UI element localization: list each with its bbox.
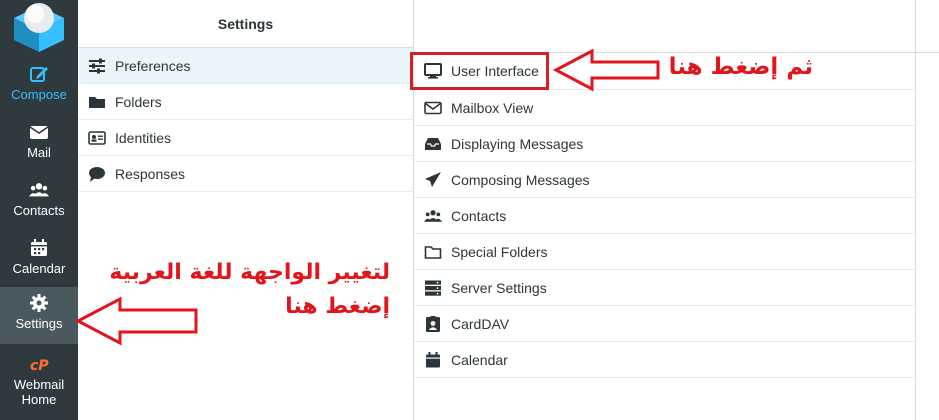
- users-icon: [424, 210, 442, 222]
- pref-item-calendar[interactable]: Calendar: [414, 342, 915, 378]
- compose-icon: [30, 67, 48, 82]
- folder-outline-icon: [424, 246, 442, 259]
- nav-compose-label: Compose: [11, 87, 67, 102]
- comment-icon: [89, 167, 105, 182]
- envelope-outline-icon: [424, 101, 442, 115]
- nav-webmail-label-2: Home: [21, 392, 57, 407]
- content-panel-edge: [916, 0, 939, 53]
- pref-item-displaying-messages[interactable]: Displaying Messages: [414, 126, 915, 162]
- settings-panel: Settings Preferences Folders Identities: [78, 0, 414, 420]
- settings-item-label: Preferences: [115, 58, 191, 74]
- annotation-then-click-here: ثم إضغط هنا: [668, 54, 813, 80]
- nav-compose[interactable]: Compose: [0, 58, 78, 116]
- roundcube-logo[interactable]: [0, 0, 78, 56]
- pref-item-carddav[interactable]: CardDAV: [414, 306, 915, 342]
- nav-mail[interactable]: Mail: [0, 116, 78, 174]
- settings-title: Settings: [78, 0, 413, 48]
- sidebar: Compose Mail Contacts Calendar Settings …: [0, 0, 78, 420]
- settings-item-label: Folders: [115, 94, 162, 110]
- pref-item-label: Composing Messages: [451, 172, 590, 188]
- calendar-icon: [426, 352, 440, 368]
- contact-badge-icon: [426, 316, 440, 332]
- pref-item-label: Calendar: [451, 352, 508, 368]
- users-icon: [29, 183, 49, 197]
- paper-plane-icon: [425, 172, 441, 187]
- server-icon: [425, 280, 441, 296]
- pref-item-label: Displaying Messages: [451, 136, 584, 152]
- pref-item-label: Mailbox View: [451, 100, 534, 116]
- settings-item-preferences[interactable]: Preferences: [78, 48, 413, 84]
- settings-item-label: Responses: [115, 166, 186, 182]
- annotation-line-2: إضغط هنا: [285, 294, 390, 319]
- nav-contacts-label: Contacts: [13, 203, 65, 218]
- pref-item-composing-messages[interactable]: Composing Messages: [414, 162, 915, 198]
- settings-item-folders[interactable]: Folders: [78, 84, 413, 120]
- nav-calendar-label: Calendar: [12, 261, 66, 276]
- settings-item-responses[interactable]: Responses: [78, 156, 413, 192]
- nav-settings-label: Settings: [15, 316, 63, 331]
- pref-item-label: Special Folders: [451, 244, 548, 260]
- nav-contacts[interactable]: Contacts: [0, 174, 78, 232]
- nav-webmail-home[interactable]: cP Webmail Home: [0, 348, 78, 418]
- preferences-header: [414, 0, 915, 53]
- svg-text:cP: cP: [30, 358, 49, 374]
- pref-item-server-settings[interactable]: Server Settings: [414, 270, 915, 306]
- folder-icon: [89, 97, 105, 108]
- annotation-line-1: لتغيير الواجهة للغة العربية: [109, 260, 390, 285]
- nav-settings[interactable]: Settings: [0, 287, 78, 344]
- inbox-icon: [425, 138, 441, 150]
- pref-item-label: Contacts: [451, 208, 507, 224]
- annotation-change-interface-arabic: لتغيير الواجهة للغة العربية إضغط هنا: [90, 256, 390, 324]
- cpanel-icon: cP: [30, 358, 49, 374]
- pref-item-label: CardDAV: [451, 316, 510, 332]
- settings-item-label: Identities: [115, 130, 172, 146]
- pref-item-label: Server Settings: [451, 280, 547, 296]
- id-card-icon: [88, 131, 106, 145]
- envelope-icon: [29, 126, 49, 139]
- sliders-icon: [89, 58, 105, 74]
- annotation-arrow-user-interface: [552, 48, 660, 92]
- nav-calendar[interactable]: Calendar: [0, 232, 78, 290]
- pref-item-contacts[interactable]: Contacts: [414, 198, 915, 234]
- settings-item-identities[interactable]: Identities: [78, 120, 413, 156]
- nav-mail-label: Mail: [27, 145, 51, 160]
- nav-webmail-label-1: Webmail: [13, 377, 65, 392]
- user-interface-highlight: [410, 52, 549, 90]
- gear-icon: [30, 294, 48, 312]
- calendar-icon: [31, 239, 47, 256]
- pref-item-special-folders[interactable]: Special Folders: [414, 234, 915, 270]
- pref-item-mailbox-view[interactable]: Mailbox View: [414, 90, 915, 126]
